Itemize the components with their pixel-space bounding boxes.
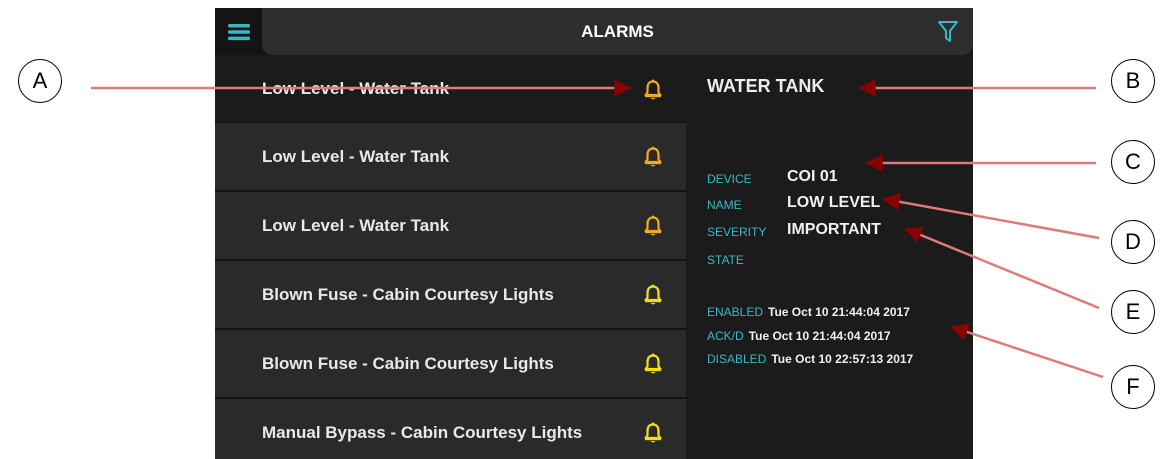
callout-arrows (91, 79, 1104, 379)
callout-line-e (904, 226, 1100, 310)
callout-b: B (1111, 59, 1155, 103)
callout-d: D (1111, 220, 1155, 264)
callout-a: A (18, 59, 62, 103)
callout-f: F (1111, 365, 1155, 409)
callout-c: C (1111, 140, 1155, 184)
callout-e: E (1111, 290, 1155, 334)
callout-line-f (950, 323, 1104, 379)
